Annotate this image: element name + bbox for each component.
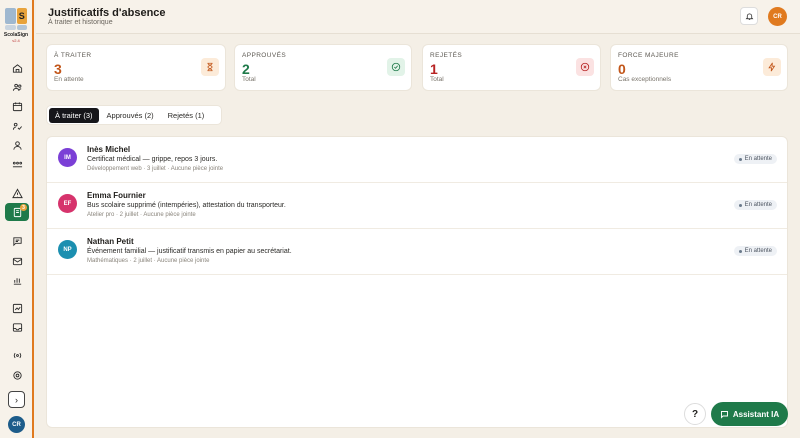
status-tabs: À traiter (3) Approuvés (2) Rejetés (1) <box>46 105 222 125</box>
calendar-icon[interactable] <box>6 97 28 115</box>
stat-sub: Cas exceptionnels <box>618 76 672 83</box>
stat-card-rejected: REJETÉS 1 Total <box>422 44 601 91</box>
request-description: Bus scolaire supprimé (intempéries), att… <box>87 202 286 209</box>
stat-value: 2 <box>242 61 250 77</box>
avatar: EF <box>58 194 77 213</box>
list-item[interactable]: NP Nathan Petit Événement familial — jus… <box>47 229 787 275</box>
top-header: Justificatifs d'absence À traiter et his… <box>36 0 800 34</box>
ai-assistant-label: Assistant IA <box>732 409 780 419</box>
status-badge: En attente <box>733 200 777 210</box>
user-icon[interactable] <box>6 136 28 154</box>
tab-to-process[interactable]: À traiter (3) <box>49 107 99 123</box>
chat-icon[interactable] <box>6 232 28 250</box>
status-badge: En attente <box>733 154 777 164</box>
bar-chart-icon[interactable] <box>6 271 28 289</box>
list-item[interactable]: EF Emma Fournier Bus scolaire supprimé (… <box>47 183 787 229</box>
stat-label: À TRAITER <box>54 52 92 59</box>
attendance-icon[interactable] <box>6 117 28 135</box>
stat-value: 3 <box>54 61 62 77</box>
groups-icon[interactable] <box>6 155 28 173</box>
users-icon[interactable] <box>6 78 28 96</box>
warning-icon[interactable] <box>6 184 28 202</box>
request-description: Événement familial — justificatif transm… <box>87 248 292 255</box>
student-name: Nathan Petit <box>87 237 134 246</box>
x-circle-icon <box>576 58 594 76</box>
stat-value: 1 <box>430 61 438 77</box>
stat-value: 0 <box>618 61 626 77</box>
page-title: Justificatifs d'absence <box>48 7 166 19</box>
stat-card-force-majeure: FORCE MAJEURE 0 Cas exceptionnels <box>610 44 788 91</box>
request-description: Certificat médical — grippe, repos 3 jou… <box>87 156 218 163</box>
student-name: Inès Michel <box>87 145 131 154</box>
app-version: v2.4 <box>12 38 20 43</box>
stat-label: REJETÉS <box>430 52 463 59</box>
justifications-badge: 3 <box>20 204 27 211</box>
hourglass-icon <box>201 58 219 76</box>
stat-label: FORCE MAJEURE <box>618 52 679 59</box>
stat-sub: En attente <box>54 76 84 83</box>
home-icon[interactable] <box>6 59 28 77</box>
settings-icon[interactable] <box>6 366 28 384</box>
trend-icon[interactable] <box>6 299 28 317</box>
stat-sub: Total <box>430 76 444 83</box>
check-circle-icon <box>387 58 405 76</box>
help-button[interactable]: ? <box>684 403 706 425</box>
list-item[interactable]: IM Inès Michel Certificat médical — grip… <box>47 137 787 183</box>
stat-card-to-process: À TRAITER 3 En attente <box>46 44 226 91</box>
request-meta: Développement web · 3 juillet · Aucune p… <box>87 166 224 172</box>
request-meta: Atelier pro · 2 juillet · Aucune pièce j… <box>87 212 196 218</box>
tab-rejected[interactable]: Rejetés (1) <box>162 108 211 123</box>
stat-card-approved: APPROUVÉS 2 Total <box>234 44 412 91</box>
ai-assistant-button[interactable]: Assistant IA <box>711 402 788 426</box>
inbox-icon[interactable] <box>6 318 28 336</box>
stat-label: APPROUVÉS <box>242 52 287 59</box>
notifications-button[interactable] <box>740 7 758 25</box>
bell-icon <box>745 13 753 20</box>
requests-list: IM Inès Michel Certificat médical — grip… <box>46 136 788 428</box>
broadcast-icon[interactable] <box>6 346 28 364</box>
chat-bubble-icon <box>720 410 728 419</box>
student-name: Emma Fournier <box>87 191 146 200</box>
user-avatar[interactable]: CR <box>768 7 787 26</box>
justifications-icon[interactable]: 3 <box>5 203 29 221</box>
page-subtitle: À traiter et historique <box>48 19 113 26</box>
sidebar-avatar[interactable]: CR <box>8 416 25 433</box>
request-meta: Mathématiques · 2 juillet · Aucune pièce… <box>87 258 210 264</box>
expand-sidebar-button[interactable]: › <box>8 391 25 408</box>
status-badge: En attente <box>733 246 777 256</box>
avatar: NP <box>58 240 77 259</box>
stat-sub: Total <box>242 76 256 83</box>
app-logo: S <box>5 8 27 30</box>
mail-icon[interactable] <box>6 252 28 270</box>
tab-approved[interactable]: Approuvés (2) <box>101 108 160 123</box>
bolt-icon <box>763 58 781 76</box>
chevron-right-icon: › <box>15 394 18 405</box>
avatar: IM <box>58 148 77 167</box>
